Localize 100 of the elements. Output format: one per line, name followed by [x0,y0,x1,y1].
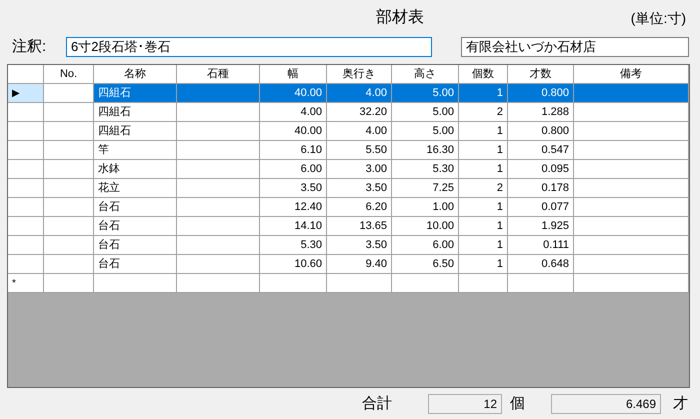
table-cell: 32.20 [327,103,392,122]
table-cell: 6.20 [327,198,392,217]
table-cell: 0.800 [508,84,574,103]
table-cell: 6.00 [392,236,459,255]
volume-total-field: 6.469 [551,394,661,414]
table-cell: 1 [459,141,508,160]
table-cell [508,274,574,293]
table-cell: 0.800 [508,122,574,141]
table-cell [44,141,94,160]
table-cell: 6.10 [260,141,327,160]
table-cell [44,217,94,236]
table-cell: 2 [459,103,508,122]
table-cell: 4.00 [260,103,327,122]
table-cell: 10.60 [260,255,327,274]
row-marker: ▶ [12,86,20,100]
table-cell: 13.65 [327,217,392,236]
table-cell: 3.50 [327,179,392,198]
table-cell [44,84,94,103]
total-label: 合計 [362,394,392,414]
unit-label: (単位:寸) [630,8,686,28]
window-title: 部材表 [376,8,424,28]
table-cell: 5.00 [392,84,459,103]
table-cell: 1 [459,122,508,141]
table-cell: 3.50 [260,179,327,198]
table-cell [260,274,327,293]
table-cell [459,274,508,293]
table-cell: 四組石 [94,103,177,122]
table-cell: 0.077 [508,198,574,217]
note-field[interactable]: 6寸2段石塔･巻石 [66,37,432,57]
table-cell [44,179,94,198]
column-header: 備考 [574,65,689,84]
table-cell: 16.30 [392,141,459,160]
column-header: No. [44,65,94,84]
row-header[interactable]: * [8,274,44,293]
table-cell: 1 [459,198,508,217]
table-cell: 竿 [94,141,177,160]
column-header: 高さ [392,65,459,84]
table-cell: 14.10 [260,217,327,236]
company-field[interactable]: 有限会社いづか石材店 [461,37,689,57]
row-header[interactable] [8,255,44,274]
row-header[interactable] [8,141,44,160]
table-cell: 1 [459,160,508,179]
table-cell: 1.00 [392,198,459,217]
note-label: 注釈: [12,36,48,57]
table-cell: 4.00 [327,84,392,103]
table-cell: 1 [459,84,508,103]
table-cell: 0.547 [508,141,574,160]
row-header[interactable] [8,160,44,179]
table-cell: 1.925 [508,217,574,236]
table-cell [44,198,94,217]
table-cell [44,236,94,255]
table-cell: 四組石 [94,122,177,141]
column-header: 名称 [94,65,177,84]
table-cell: 四組石 [94,84,177,103]
table-cell [44,160,94,179]
column-header: 石種 [177,65,260,84]
table-cell: 40.00 [260,122,327,141]
count-unit: 個 [510,394,525,414]
table-cell: 0.095 [508,160,574,179]
table-cell: 3.00 [327,160,392,179]
table-cell: 4.00 [327,122,392,141]
row-header[interactable]: ▶ [8,84,44,103]
row-header[interactable] [8,198,44,217]
table-cell: 5.30 [392,160,459,179]
row-header[interactable] [8,179,44,198]
table-cell: 2 [459,179,508,198]
column-header: 個数 [459,65,508,84]
row-header[interactable] [8,217,44,236]
table-cell: 40.00 [260,84,327,103]
table-cell: 5.00 [392,103,459,122]
table-cell: 3.50 [327,236,392,255]
volume-unit: 才 [673,394,688,414]
table-cell: 水鉢 [94,160,177,179]
table-cell [44,274,94,293]
row-header[interactable] [8,236,44,255]
table-cell [44,255,94,274]
column-header: 才数 [508,65,574,84]
row-header[interactable] [8,122,44,141]
table-cell [327,274,392,293]
table-cell: 0.111 [508,236,574,255]
column-header: 奥行き [327,65,392,84]
row-header[interactable] [8,103,44,122]
table-cell: 10.00 [392,217,459,236]
table-cell: 1.288 [508,103,574,122]
table-cell: 5.00 [392,122,459,141]
table-cell: 6.00 [260,160,327,179]
table-cell: 花立 [94,179,177,198]
table-cell: 5.30 [260,236,327,255]
table-cell: 1 [459,255,508,274]
table-cell [44,122,94,141]
column-header: 幅 [260,65,327,84]
table-cell [392,274,459,293]
table-cell [44,103,94,122]
table-cell: 6.50 [392,255,459,274]
table-cell: 台石 [94,255,177,274]
table-cell: 台石 [94,198,177,217]
table-cell: 台石 [94,217,177,236]
table-cell: 12.40 [260,198,327,217]
table-cell: 0.178 [508,179,574,198]
table-cell: 台石 [94,236,177,255]
